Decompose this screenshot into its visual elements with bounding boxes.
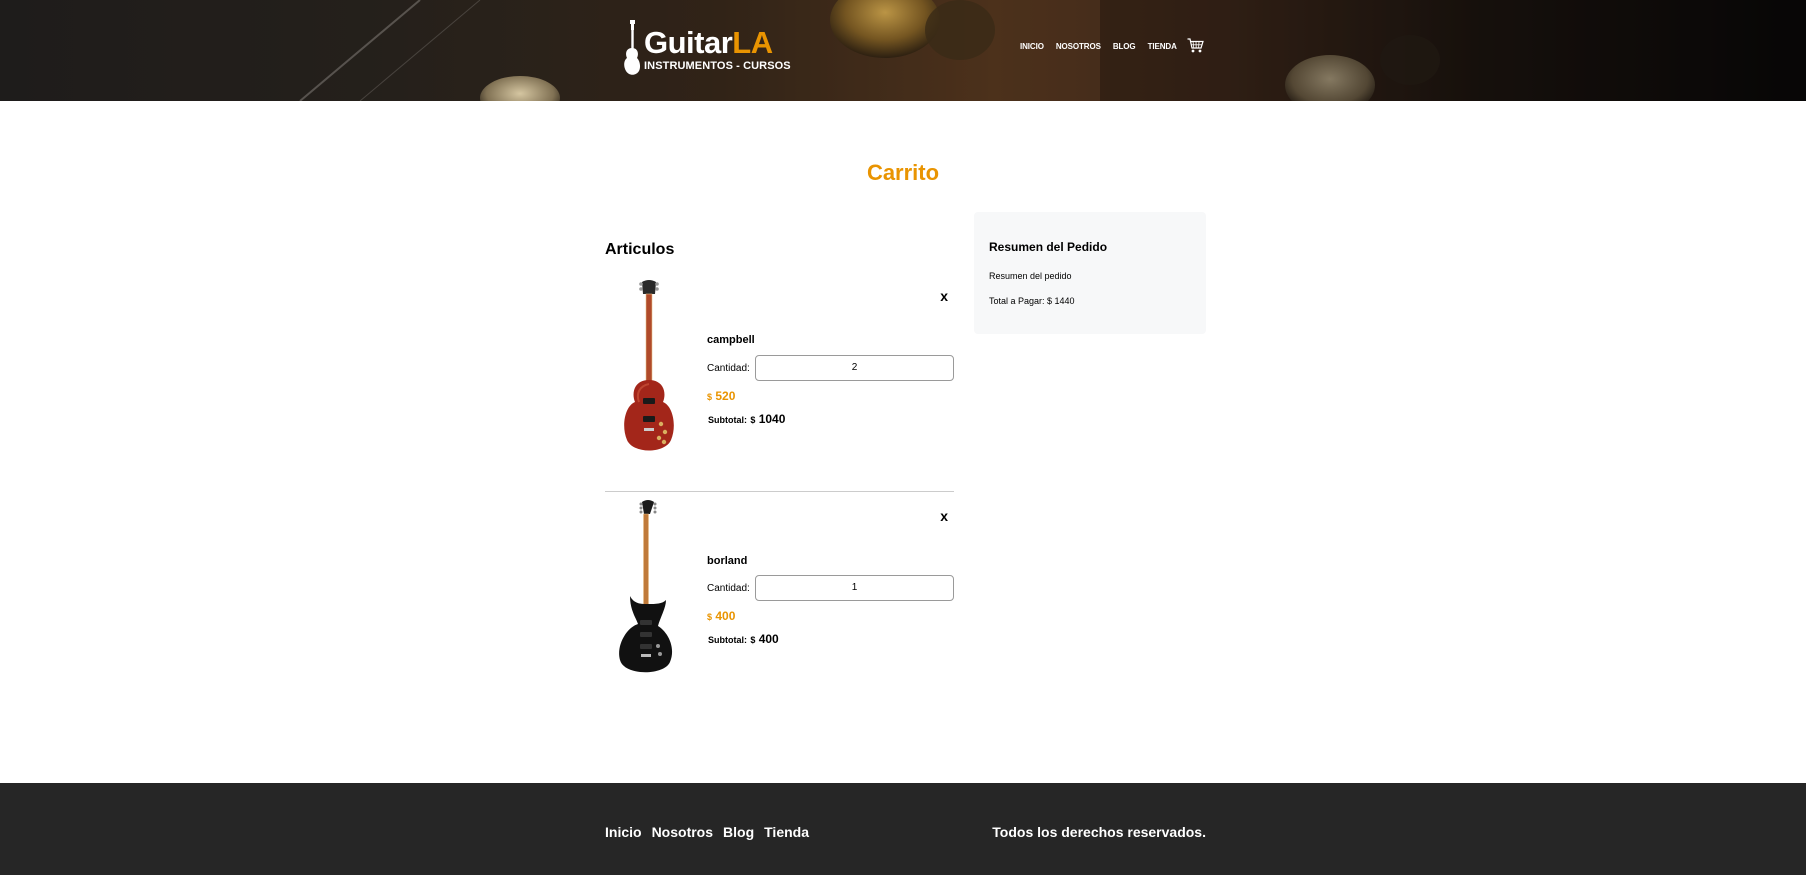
- remove-item-button[interactable]: x: [940, 508, 948, 524]
- product-name: campbell: [707, 334, 755, 346]
- header-background-photo: [0, 0, 1806, 101]
- footer-link-tienda[interactable]: Tienda: [764, 824, 809, 840]
- item-divider: [605, 491, 954, 492]
- nav-link-tienda[interactable]: TIENDA: [1148, 42, 1177, 51]
- nav-link-nosotros[interactable]: NOSOTROS: [1056, 42, 1101, 51]
- site-footer: Inicio Nosotros Blog Tienda Todos los de…: [0, 783, 1806, 875]
- product-price: $ 520: [707, 389, 736, 403]
- footer-link-nosotros[interactable]: Nosotros: [652, 824, 713, 840]
- product-subtotal: Subtotal: $ 1040: [708, 412, 786, 426]
- site-logo[interactable]: GuitarLA INSTRUMENTOS - CURSOS: [622, 20, 792, 76]
- product-price: $ 400: [707, 609, 736, 623]
- product-image-black-guitar: [619, 500, 673, 673]
- guitar-logo-icon: [624, 20, 641, 75]
- footer-link-blog[interactable]: Blog: [723, 824, 754, 840]
- product-image-red-guitar: [624, 280, 674, 451]
- cart-item: x campbell Cantidad: 2 $ 520 Subtotal: $…: [605, 280, 954, 480]
- footer-link-inicio[interactable]: Inicio: [605, 824, 642, 840]
- logo-wordmark: GuitarLA: [644, 25, 773, 60]
- main-nav: INICIO NOSOTROS BLOG TIENDA: [1020, 42, 1177, 51]
- quantity-label: Cantidad:: [707, 363, 750, 374]
- summary-total: Total a Pagar: $ 1440: [989, 296, 1075, 306]
- footer-nav: Inicio Nosotros Blog Tienda: [605, 824, 809, 840]
- logo-tagline: INSTRUMENTOS - CURSOS: [644, 60, 791, 72]
- product-name: borland: [707, 555, 748, 567]
- cart-item: x borland Cantidad: 1 $ 400 Subtotal: $ …: [605, 500, 954, 700]
- articles-heading: Articulos: [605, 241, 675, 258]
- remove-item-button[interactable]: x: [940, 288, 948, 304]
- quantity-select[interactable]: 1: [755, 575, 954, 601]
- order-summary: Resumen del Pedido Resumen del pedido To…: [974, 212, 1206, 334]
- product-subtotal: Subtotal: $ 400: [708, 632, 779, 646]
- site-header: GuitarLA INSTRUMENTOS - CURSOS INICIO NO…: [0, 0, 1806, 101]
- nav-link-inicio[interactable]: INICIO: [1020, 42, 1044, 51]
- page-title: Carrito: [866, 160, 940, 185]
- copyright-text: Todos los derechos reservados.: [992, 824, 1206, 840]
- nav-link-blog[interactable]: BLOG: [1113, 42, 1136, 51]
- summary-text: Resumen del pedido: [989, 271, 1072, 281]
- quantity-select[interactable]: 2: [755, 355, 954, 381]
- summary-title: Resumen del Pedido: [989, 240, 1108, 254]
- shopping-cart-icon[interactable]: [1187, 38, 1204, 53]
- quantity-label: Cantidad:: [707, 583, 750, 594]
